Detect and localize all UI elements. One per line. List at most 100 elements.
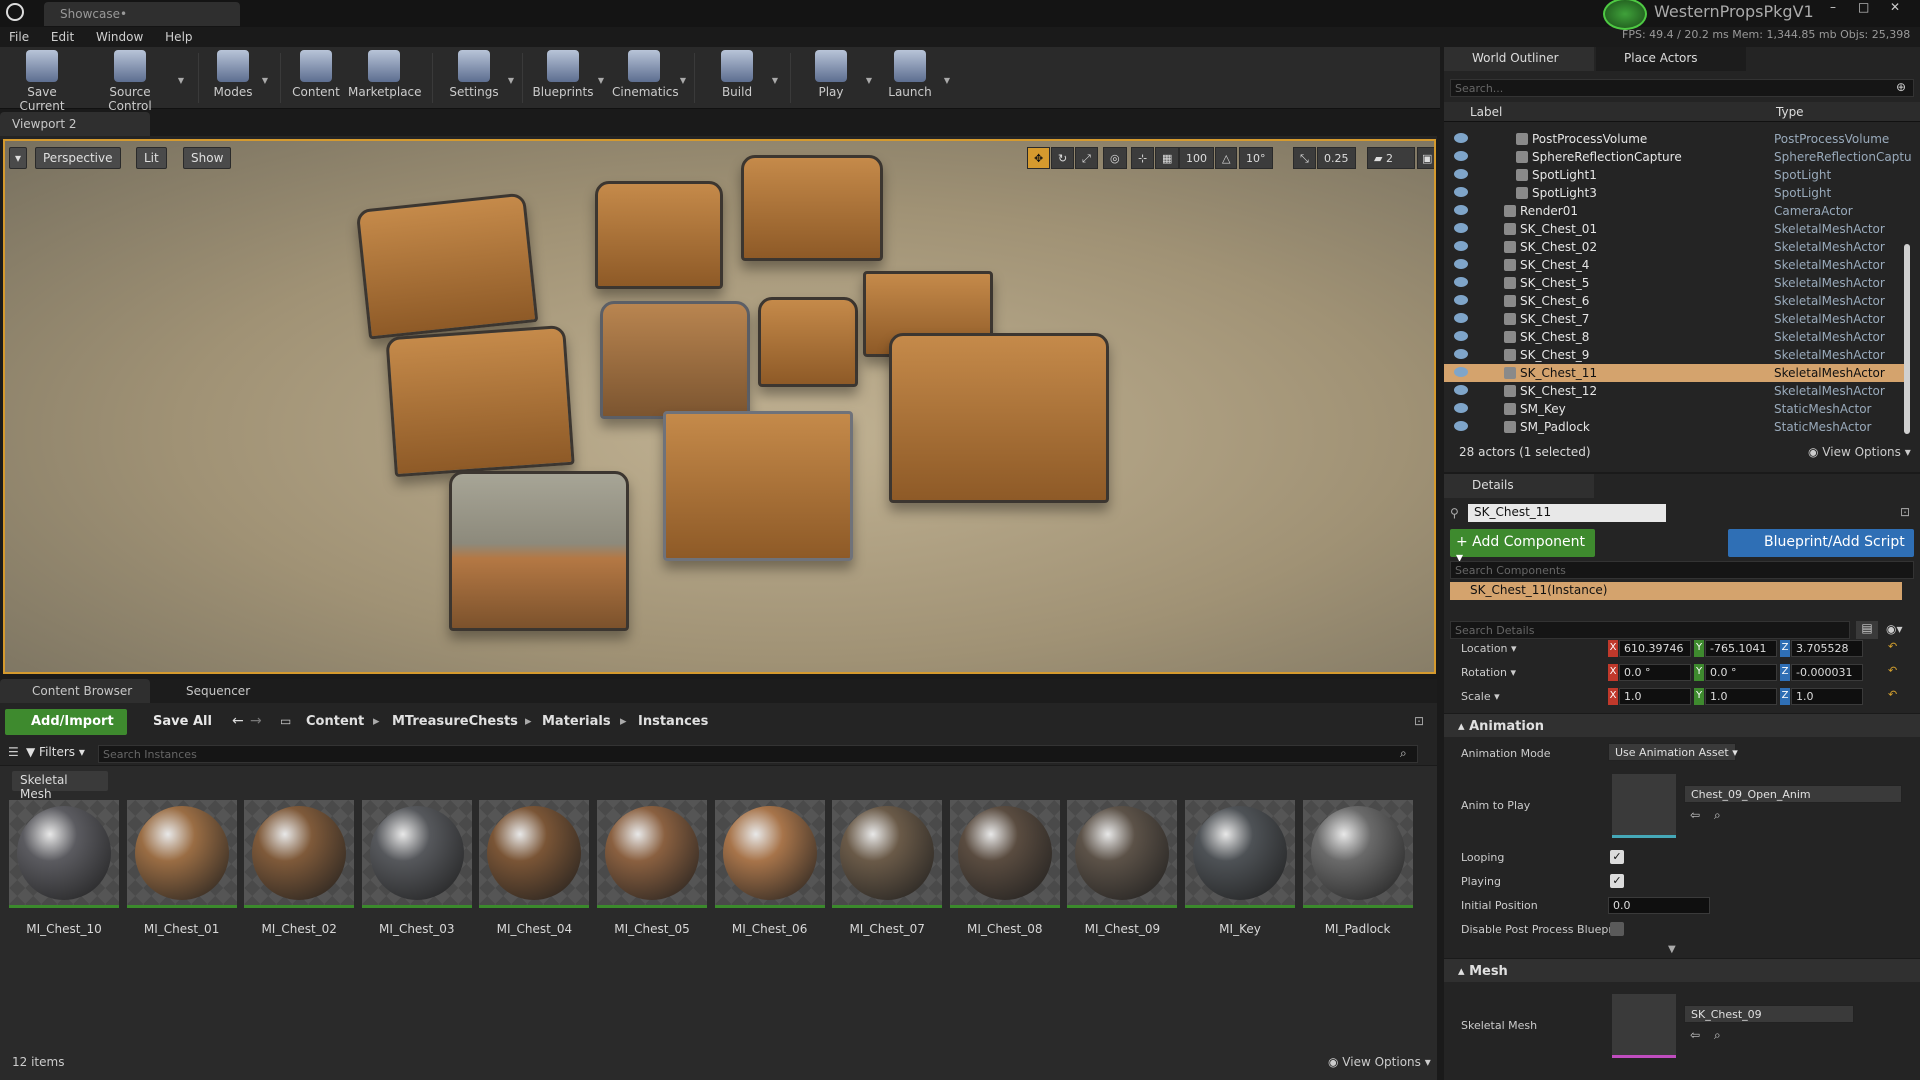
scale-z-field[interactable]: 1.0 <box>1791 688 1863 705</box>
document-tab[interactable]: Showcase• <box>44 2 240 26</box>
breadcrumb-instances[interactable]: Instances <box>638 714 708 729</box>
perspective-button[interactable]: Perspective <box>35 147 121 169</box>
filters-dropdown[interactable]: ▼ Filters ▾ <box>26 745 85 759</box>
menu-help[interactable]: Help <box>156 27 201 47</box>
sources-toggle-icon[interactable]: ☰ <box>8 745 19 759</box>
outliner-search-input[interactable]: Search... <box>1450 79 1914 97</box>
outliner-row[interactable]: SK_Chest_11 SkeletalMeshActor <box>1444 364 1906 382</box>
launch-button[interactable]: Launch ▼ <box>880 50 950 106</box>
asset-tile[interactable]: MI_Key <box>1185 800 1295 936</box>
animation-mode-dropdown[interactable]: Use Animation Asset ▾ <box>1608 743 1738 761</box>
scale-tool-icon[interactable]: ⤢ <box>1075 147 1098 169</box>
details-search-input[interactable]: Search Details <box>1450 621 1850 639</box>
unreal-logo-icon[interactable] <box>6 3 24 21</box>
outliner-row[interactable]: SK_Chest_01 SkeletalMeshActor <box>1444 220 1906 238</box>
asset-tile[interactable]: MI_Chest_06 <box>714 800 825 936</box>
rotation-x-field[interactable]: 0.0 ° <box>1619 664 1691 681</box>
outliner-row[interactable]: SK_Chest_9 SkeletalMeshActor <box>1444 346 1906 364</box>
scale-y-field[interactable]: 1.0 <box>1705 688 1777 705</box>
outliner-row[interactable]: SK_Chest_5 SkeletalMeshActor <box>1444 274 1906 292</box>
chest-model[interactable] <box>385 324 575 478</box>
looping-checkbox[interactable]: ✓ <box>1610 850 1624 864</box>
rotation-y-field[interactable]: 0.0 ° <box>1705 664 1777 681</box>
asset-tile[interactable]: MI_Chest_10 <box>9 800 119 936</box>
tab-world-outliner[interactable]: World Outliner <box>1444 47 1594 71</box>
outliner-row[interactable]: SpotLight1 SpotLight <box>1444 166 1906 184</box>
skeletal-mesh-picker[interactable]: SK_Chest_09 <box>1684 1005 1854 1023</box>
asset-tile[interactable]: MI_Chest_09 <box>1067 800 1178 936</box>
outliner-row[interactable]: SM_Key StaticMeshActor <box>1444 400 1906 418</box>
blueprint-add-script-button[interactable]: Blueprint/Add Script <box>1728 529 1914 557</box>
chest-model[interactable] <box>758 297 858 387</box>
close-icon[interactable]: ✕ <box>1890 0 1900 14</box>
surface-snap-icon[interactable]: ⊹ <box>1131 147 1155 169</box>
browse-search-icon[interactable]: ⌕ <box>1714 1028 1721 1043</box>
visibility-eye-icon[interactable] <box>1454 205 1468 215</box>
browse-search-icon[interactable]: ⌕ <box>1714 808 1721 823</box>
use-selected-arrow-icon[interactable]: ⇦ <box>1690 808 1700 822</box>
minimize-icon[interactable]: – <box>1830 0 1836 14</box>
asset-tile[interactable]: MI_Chest_07 <box>832 800 943 936</box>
menu-window[interactable]: Window <box>87 27 152 47</box>
visibility-eye-icon[interactable] <box>1454 403 1468 413</box>
column-type[interactable]: Type <box>1776 105 1804 119</box>
outliner-row[interactable]: PostProcessVolume PostProcessVolume <box>1444 130 1906 148</box>
location-y-field[interactable]: -765.1041 <box>1705 640 1777 657</box>
scale-snap-icon[interactable]: ⤡ <box>1293 147 1316 169</box>
marketplace-button[interactable]: Marketplace <box>348 50 422 106</box>
scale-label[interactable]: Scale ▾ <box>1461 690 1500 703</box>
actor-name-field[interactable]: SK_Chest_11 <box>1468 504 1666 522</box>
tab-sequencer[interactable]: Sequencer <box>154 679 304 703</box>
visibility-eye-icon[interactable] <box>1454 367 1468 377</box>
back-arrow-icon[interactable]: ← <box>232 713 244 729</box>
blueprints-button[interactable]: Blueprints ▼ <box>532 50 604 106</box>
viewport-options-button[interactable]: ▾ <box>9 147 28 169</box>
visibility-eye-icon[interactable] <box>1454 331 1468 341</box>
view-options-button[interactable]: ◉ View Options ▾ <box>1328 1055 1431 1069</box>
scale-x-field[interactable]: 1.0 <box>1619 688 1691 705</box>
outliner-row[interactable]: SpotLight3 SpotLight <box>1444 184 1906 202</box>
lock-icon[interactable]: ⊡ <box>1900 505 1910 519</box>
outliner-options-icon[interactable]: ⊕ <box>1896 80 1906 94</box>
outliner-row[interactable]: SK_Chest_4 SkeletalMeshActor <box>1444 256 1906 274</box>
lock-icon[interactable]: ⊡ <box>1414 714 1424 728</box>
component-search-input[interactable]: Search Components <box>1450 561 1914 579</box>
visibility-eye-icon[interactable] <box>1454 133 1468 143</box>
breadcrumb-mtreasurechests[interactable]: MTreasureChests <box>392 714 518 729</box>
visibility-eye-icon[interactable] <box>1454 169 1468 179</box>
menu-edit[interactable]: Edit <box>42 27 83 47</box>
breadcrumb-content[interactable]: Content <box>306 714 364 729</box>
scale-snap-value[interactable]: 0.25 <box>1317 147 1356 169</box>
chest-model[interactable] <box>889 333 1109 503</box>
modes-button[interactable]: Modes ▼ <box>208 50 268 106</box>
cinematics-button[interactable]: Cinematics ▼ <box>612 50 686 106</box>
tab-place-actors[interactable]: Place Actors <box>1596 47 1746 71</box>
property-matrix-icon[interactable]: ▤ <box>1856 621 1878 639</box>
rotation-label[interactable]: Rotation ▾ <box>1461 666 1516 679</box>
visibility-eye-icon[interactable] <box>1454 421 1468 431</box>
visibility-eye-icon[interactable] <box>1454 259 1468 269</box>
visibility-eye-icon[interactable] <box>1454 295 1468 305</box>
animation-section-header[interactable]: ▴ Animation <box>1444 713 1920 737</box>
asset-tile[interactable]: MI_Chest_08 <box>949 800 1060 936</box>
outliner-row[interactable]: SK_Chest_12 SkeletalMeshActor <box>1444 382 1906 400</box>
disable-post-process-checkbox[interactable] <box>1610 922 1624 936</box>
outliner-row[interactable]: SK_Chest_02 SkeletalMeshActor <box>1444 238 1906 256</box>
filter-chip-skeletal-mesh[interactable]: Skeletal Mesh <box>12 771 108 801</box>
initial-position-field[interactable]: 0.0 <box>1608 897 1710 914</box>
visibility-eye-icon[interactable] <box>1454 241 1468 251</box>
asset-tile[interactable]: MI_Padlock <box>1302 800 1413 936</box>
location-z-field[interactable]: 3.705528 <box>1791 640 1863 657</box>
grid-snap-value[interactable]: 100 <box>1179 147 1214 169</box>
add-import-button[interactable]: Add/Import <box>5 709 127 735</box>
maximize-viewport-icon[interactable]: ▣ <box>1417 147 1434 169</box>
anim-to-play-picker[interactable]: Chest_09_Open_Anim <box>1684 785 1902 803</box>
visibility-eye-icon[interactable]: ◉▾ <box>1886 622 1903 636</box>
outliner-row[interactable]: SphereReflectionCapture SphereReflectionC… <box>1444 148 1912 166</box>
add-component-button[interactable]: + Add Component ▾ <box>1450 529 1595 566</box>
expand-advanced-icon[interactable]: ▼ <box>1668 944 1676 955</box>
grid-snap-icon[interactable]: ▦ <box>1155 147 1180 169</box>
mesh-section-header[interactable]: ▴ Mesh <box>1444 958 1920 982</box>
location-x-field[interactable]: 610.39746 <box>1619 640 1691 657</box>
forward-arrow-icon[interactable]: → <box>250 713 262 729</box>
